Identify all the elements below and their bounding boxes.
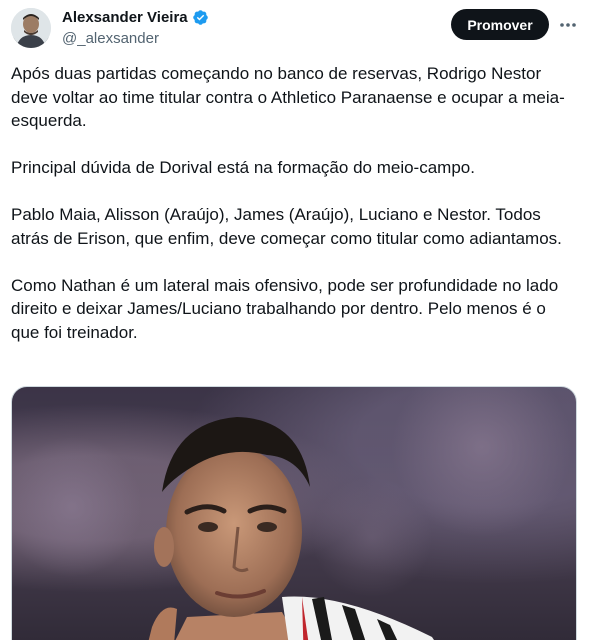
tweet-paragraph: Pablo Maia, Alisson (Araújo), James (Ara… bbox=[11, 205, 562, 248]
tweet-paragraph: Após duas partidas começando no banco de… bbox=[11, 64, 565, 130]
tweet-paragraph: Como Nathan é um lateral mais ofensivo, … bbox=[11, 275, 559, 342]
avatar[interactable] bbox=[11, 8, 51, 48]
tweet-paragraph: Principal dúvida de Dorival está na form… bbox=[11, 158, 475, 177]
player-photo bbox=[12, 387, 572, 640]
promote-button[interactable]: Promover bbox=[451, 9, 549, 40]
tweet-text: Após duas partidas começando no banco de… bbox=[11, 62, 576, 344]
author-display-name[interactable]: Alexsander Vieira bbox=[62, 9, 188, 26]
tweet-header: Alexsander Vieira @_alexsander Promover bbox=[0, 0, 592, 60]
author-name-row: Alexsander Vieira bbox=[62, 9, 209, 26]
tweet-media-image[interactable] bbox=[11, 386, 577, 640]
author-handle[interactable]: @_alexsander bbox=[62, 30, 159, 47]
verified-badge-icon bbox=[192, 9, 209, 26]
more-horizontal-icon[interactable] bbox=[557, 14, 579, 36]
avatar-photo bbox=[11, 8, 51, 48]
